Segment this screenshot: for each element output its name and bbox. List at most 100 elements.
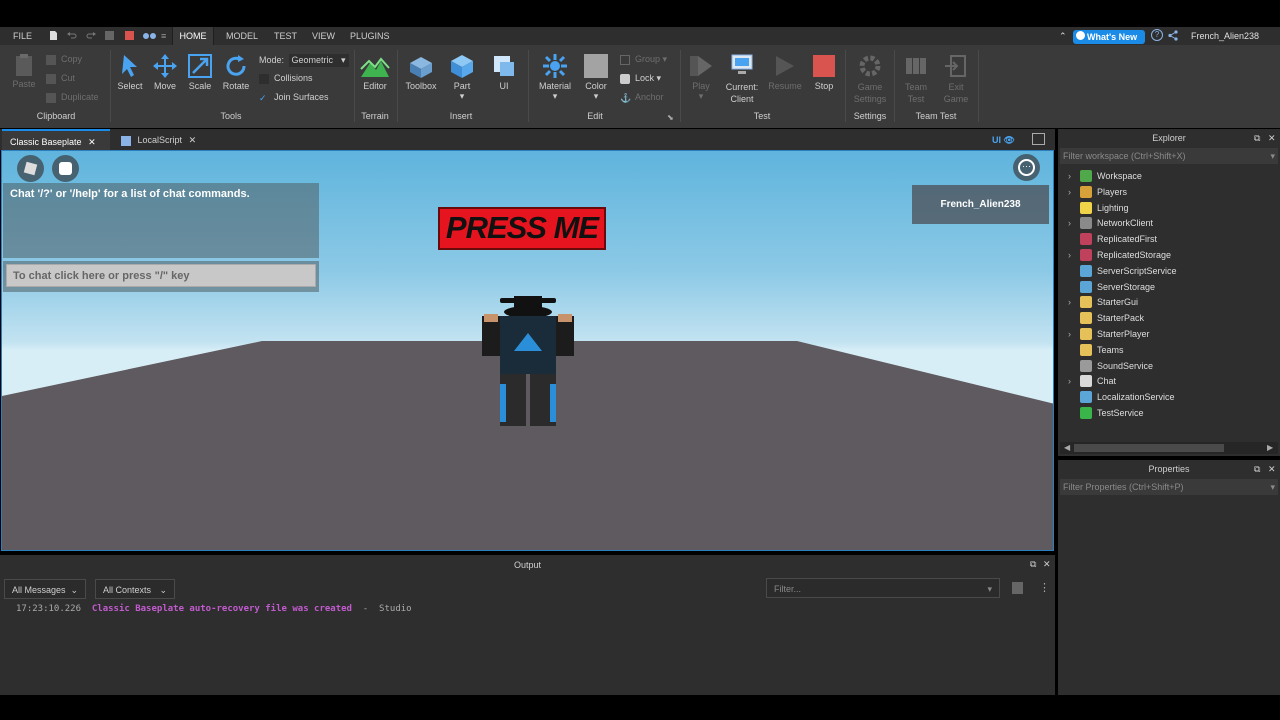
game-settings-button[interactable]: Game Settings (850, 53, 890, 105)
paste-icon (16, 54, 32, 76)
cut-label: Cut (61, 73, 76, 83)
close-icon[interactable]: ✕ (88, 137, 96, 147)
tab-home[interactable]: HOME (172, 27, 214, 45)
roblox-menu-button[interactable] (17, 155, 44, 182)
resume-button[interactable]: Resume (767, 53, 803, 91)
stop-icon (813, 55, 835, 77)
copy-button[interactable]: Copy (46, 54, 82, 65)
binoculars-icon[interactable] (142, 30, 158, 41)
expand-edit-icon[interactable]: ⬊ (667, 113, 674, 122)
ui-button[interactable]: UI (488, 53, 520, 91)
trash-icon[interactable] (1012, 582, 1023, 594)
expand-chevron-icon[interactable]: › (1068, 171, 1071, 181)
explorer-filter-input[interactable]: Filter workspace (Ctrl+Shift+X) ▾ (1060, 148, 1278, 164)
close-icon[interactable]: ✕ (1043, 559, 1051, 570)
expand-chevron-icon[interactable]: › (1068, 297, 1071, 307)
scroll-left-icon[interactable]: ◀ (1064, 443, 1070, 452)
script-icon (121, 135, 131, 146)
group-button[interactable]: Group ▾ (620, 54, 667, 65)
chat-input[interactable]: To chat click here or press "/" key (6, 264, 316, 287)
tab-model[interactable]: MODEL (226, 31, 258, 41)
tab-plugins[interactable]: PLUGINS (350, 31, 390, 41)
stop-square-icon[interactable] (124, 30, 135, 41)
close-icon[interactable]: ✕ (189, 135, 197, 145)
paste-button[interactable]: Paste (10, 53, 38, 89)
game-viewport[interactable]: ··· Chat '/?' or '/help' for a list of c… (1, 150, 1054, 551)
toolbox-button[interactable]: Toolbox (401, 53, 441, 91)
chevron-down-icon: ▾ (552, 91, 558, 101)
part-button[interactable]: Part ▾ (446, 53, 478, 102)
join-surfaces-checkbox[interactable]: ✓ (259, 93, 269, 103)
press-me-button[interactable]: PRESS ME (438, 207, 606, 250)
close-icon[interactable]: ✕ (1268, 464, 1276, 475)
properties-filter-input[interactable]: Filter Properties (Ctrl+Shift+P) ▾ (1060, 479, 1278, 495)
undo-icon[interactable] (66, 30, 77, 41)
play-button[interactable]: Play ▾ (686, 53, 716, 102)
expand-chevron-icon[interactable]: › (1068, 187, 1071, 197)
cursor-icon (122, 55, 137, 77)
tab-classic-baseplate[interactable]: Classic Baseplate ✕ (2, 129, 110, 150)
lighting-icon (1080, 201, 1092, 214)
select-button[interactable]: Select (114, 53, 146, 91)
expand-chevron-icon[interactable]: › (1068, 329, 1071, 339)
scrollbar-thumb[interactable] (1074, 444, 1224, 452)
output-filter-input[interactable]: Filter... ▾ (766, 578, 1000, 598)
chat-icon (59, 162, 72, 175)
cut-button[interactable]: Cut (46, 73, 75, 84)
scale-button[interactable]: Scale (184, 53, 216, 91)
current-client-button[interactable]: Current: Client (722, 53, 762, 105)
move-button[interactable]: Move (149, 53, 181, 91)
terrain-editor-button[interactable]: Editor (358, 53, 392, 91)
close-icon[interactable]: ✕ (1268, 133, 1276, 144)
contexts-filter-dropdown[interactable]: All Contexts ⌄ (95, 579, 175, 599)
anchor-button[interactable]: ⚓ Anchor (620, 92, 664, 103)
quick-access-dropdown-icon[interactable]: ≡ (161, 31, 166, 41)
tab-test[interactable]: TEST (274, 31, 297, 41)
ui-visibility-toggle[interactable]: UI 👁 (992, 135, 1015, 146)
messages-filter-dropdown[interactable]: All Messages ⌄ (4, 579, 86, 599)
team-test-button[interactable]: Team Test (898, 53, 934, 105)
more-options-button[interactable]: ··· (1013, 154, 1040, 181)
horizontal-scrollbar[interactable]: ◀ ▶ (1060, 442, 1278, 454)
undock-icon[interactable]: ⧉ (1254, 133, 1260, 144)
play-label: Play (692, 81, 710, 91)
collapse-ribbon-icon[interactable]: ⌃ (1059, 31, 1067, 42)
tab-view[interactable]: VIEW (312, 31, 335, 41)
mode-dropdown[interactable]: Geometric ▾ (288, 54, 349, 67)
expand-chevron-icon[interactable]: › (1068, 218, 1071, 228)
share-icon[interactable] (1168, 30, 1179, 41)
chat-toggle-button[interactable] (52, 155, 79, 182)
log-source: - Studio (351, 604, 412, 614)
expand-chevron-icon[interactable]: › (1068, 376, 1071, 386)
undock-icon[interactable]: ⧉ (1030, 559, 1036, 570)
tab-localscript[interactable]: LocalScript ✕ (113, 129, 205, 150)
collisions-checkbox[interactable] (259, 73, 269, 84)
mode-selector[interactable]: Mode: Geometric ▾ (259, 54, 349, 67)
fullscreen-icon[interactable] (1032, 133, 1045, 145)
menu-file[interactable]: FILE (13, 31, 32, 41)
terrain-group-label: Terrain (361, 111, 389, 121)
help-icon[interactable]: ? (1151, 29, 1163, 41)
collisions-toggle[interactable]: Collisions (259, 73, 313, 84)
material-button[interactable]: Material ▾ (535, 53, 575, 102)
lock-button[interactable]: Lock ▾ (620, 73, 661, 84)
expand-chevron-icon[interactable]: › (1068, 250, 1071, 260)
rotate-button[interactable]: Rotate (219, 53, 253, 91)
stop-button[interactable]: Stop (808, 53, 840, 91)
whats-new-button[interactable]: What's New (1073, 30, 1145, 44)
color-button[interactable]: Color ▾ (580, 53, 612, 102)
messages-filter-value: All Messages (12, 585, 66, 595)
redo-icon[interactable] (86, 30, 97, 41)
scroll-right-icon[interactable]: ▶ (1267, 443, 1273, 452)
join-surfaces-toggle[interactable]: ✓ Join Surfaces (259, 92, 329, 103)
username-label[interactable]: French_Alien238 (1191, 31, 1259, 41)
copy-icon (46, 54, 56, 65)
undock-icon[interactable]: ⧉ (1254, 464, 1260, 475)
publish-icon[interactable] (104, 30, 115, 41)
duplicate-button[interactable]: Duplicate (46, 92, 99, 103)
chat-window: Chat '/?' or '/help' for a list of chat … (3, 183, 319, 258)
toolbox-label: Toolbox (405, 81, 437, 91)
more-vertical-icon[interactable]: ⋮ (1039, 581, 1050, 594)
exit-game-button[interactable]: Exit Game (938, 53, 974, 105)
new-file-icon[interactable] (48, 30, 59, 41)
